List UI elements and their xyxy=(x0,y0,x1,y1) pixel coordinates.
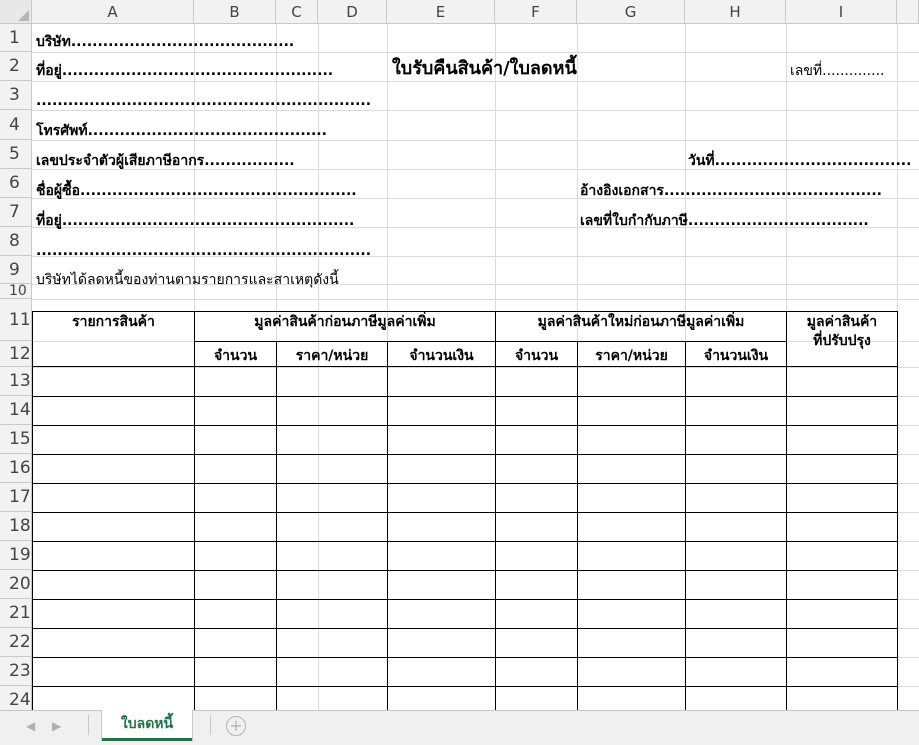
column-header-b[interactable]: B xyxy=(194,0,276,24)
table-subcol-border xyxy=(577,341,578,710)
table-row-border xyxy=(32,396,898,397)
th-adjusted-value-line2: ที่ปรับปรุง xyxy=(813,333,871,349)
th-qty-new: จำนวน xyxy=(514,348,559,364)
row-header-4[interactable]: 4 xyxy=(0,110,32,140)
row-header-7[interactable]: 7 xyxy=(0,198,32,227)
scroll-right-icon[interactable]: ▶ xyxy=(52,719,61,733)
th-adjusted-value-line1: มูลค่าสินค้า xyxy=(806,314,878,330)
add-sheet-icon[interactable]: + xyxy=(226,716,246,736)
tab-separator xyxy=(210,715,211,735)
doc-number-field: เลขที่.............. xyxy=(790,63,885,79)
table-row-border xyxy=(32,454,898,455)
table-border-group-mid xyxy=(194,341,786,342)
row-header-9[interactable]: 9 xyxy=(0,256,32,284)
tab-separator xyxy=(88,715,89,735)
row-header-18[interactable]: 18 xyxy=(0,512,32,541)
row-header-8[interactable]: 8 xyxy=(0,227,32,256)
column-header-a[interactable]: A xyxy=(32,0,194,24)
tax-invoice-no-field: เลขที่ใบกำกับภาษี.......................… xyxy=(580,213,869,229)
reference-doc-field: อ้างอิงเอกสาร...........................… xyxy=(580,183,882,199)
row-header-12[interactable]: 12 xyxy=(0,341,32,367)
column-header-i[interactable]: I xyxy=(786,0,897,24)
column-header-f[interactable]: F xyxy=(495,0,577,24)
table-row-border xyxy=(32,657,898,658)
row-header-20[interactable]: 20 xyxy=(0,570,32,599)
th-unit-price-new: ราคา/หน่วย xyxy=(595,348,668,364)
th-group-before-vat: มูลค่าสินค้าก่อนภาษีมูลค่าเพิ่ม xyxy=(254,314,436,330)
document-title: ใบรับคืนสินค้า/ใบลดหนี้ xyxy=(392,58,577,79)
table-row-border xyxy=(32,541,898,542)
table-col-border xyxy=(786,311,787,710)
row-header-6[interactable]: 6 xyxy=(0,169,32,198)
column-header-c[interactable]: C xyxy=(276,0,318,24)
table-border-header-bottom xyxy=(32,366,898,367)
buyer-name-field: ชื่อผู้ซื้อ.............................… xyxy=(36,183,357,199)
row-header-11[interactable]: 11 xyxy=(0,299,32,341)
company-field: บริษัท..................................… xyxy=(36,34,295,50)
table-col-border xyxy=(495,311,496,710)
th-item: รายการสินค้า xyxy=(72,314,155,330)
tab-sheet-credit-note[interactable]: ใบลดหนี้ xyxy=(102,710,192,741)
table-row-border xyxy=(32,570,898,571)
row-header-19[interactable]: 19 xyxy=(0,541,32,570)
th-group-new-before-vat: มูลค่าสินค้าใหม่ก่อนภาษีมูลค่าเพิ่ม xyxy=(537,314,745,330)
column-header-h[interactable]: H xyxy=(685,0,786,24)
row-header-10[interactable]: 10 xyxy=(0,283,32,299)
row-header-17[interactable]: 17 xyxy=(0,483,32,512)
column-header-d[interactable]: D xyxy=(318,0,387,24)
row-header-2[interactable]: 2 xyxy=(0,52,32,81)
row-header-13[interactable]: 13 xyxy=(0,367,32,396)
th-amount-new: จำนวนเงิน xyxy=(703,348,769,364)
table-row-border xyxy=(32,599,898,600)
table-row-border xyxy=(32,628,898,629)
table-border-top xyxy=(32,311,898,312)
row-header-24[interactable]: 24 xyxy=(0,686,32,710)
buyer-address-line2: ........................................… xyxy=(36,243,372,259)
row-header-14[interactable]: 14 xyxy=(0,396,32,425)
table-subcol-border xyxy=(685,341,686,710)
column-header-g[interactable]: G xyxy=(577,0,685,24)
table-row-border xyxy=(32,686,898,687)
table-col-border xyxy=(32,311,33,710)
scroll-left-icon[interactable]: ◀ xyxy=(26,719,35,733)
row-header-16[interactable]: 16 xyxy=(0,454,32,483)
select-all-corner[interactable] xyxy=(0,0,32,24)
table-col-border xyxy=(897,311,898,710)
row-header-1[interactable]: 1 xyxy=(0,24,32,52)
row-header-3[interactable]: 3 xyxy=(0,81,32,110)
column-header-e[interactable]: E xyxy=(387,0,495,24)
table-subcol-border xyxy=(387,341,388,710)
spreadsheet-grid[interactable]: ABCDEFGHI 1 2 3 4 5 6 7 8 9 10 11 12 13 14 15 16 17 18 19 2… xyxy=(0,0,919,710)
column-header-filler xyxy=(897,0,919,24)
row-header-5[interactable]: 5 xyxy=(0,140,32,169)
sheet-tab-bar: ◀ ▶ ใบลดหนี้ + xyxy=(0,710,919,745)
row-header-21[interactable]: 21 xyxy=(0,599,32,628)
address-line2: ........................................… xyxy=(36,93,372,109)
th-qty-before: จำนวน xyxy=(213,348,258,364)
row-header-22[interactable]: 22 xyxy=(0,628,32,657)
row-header-23[interactable]: 23 xyxy=(0,657,32,686)
date-field: วันที่..................................… xyxy=(688,153,912,169)
buyer-address-field: ที่อยู่.................................… xyxy=(36,213,355,229)
th-amount-before: จำนวนเงิน xyxy=(409,348,474,364)
table-col-border xyxy=(194,311,195,710)
table-subcol-border xyxy=(276,341,277,710)
statement-text: บริษัทได้ลดหนี้ของท่านตามรายการและสาเหตุ… xyxy=(36,272,339,288)
th-unit-price-before: ราคา/หน่วย xyxy=(295,348,369,364)
tax-id-field: เลขประจำตัวผู้เสียภาษีอากร..............… xyxy=(36,153,295,169)
phone-field: โทรศัพท์................................… xyxy=(36,123,327,139)
table-row-border xyxy=(32,483,898,484)
address-field: ที่อยู่.................................… xyxy=(36,63,334,79)
table-row-border xyxy=(32,425,898,426)
table-row-border xyxy=(32,512,898,513)
row-header-15[interactable]: 15 xyxy=(0,425,32,454)
